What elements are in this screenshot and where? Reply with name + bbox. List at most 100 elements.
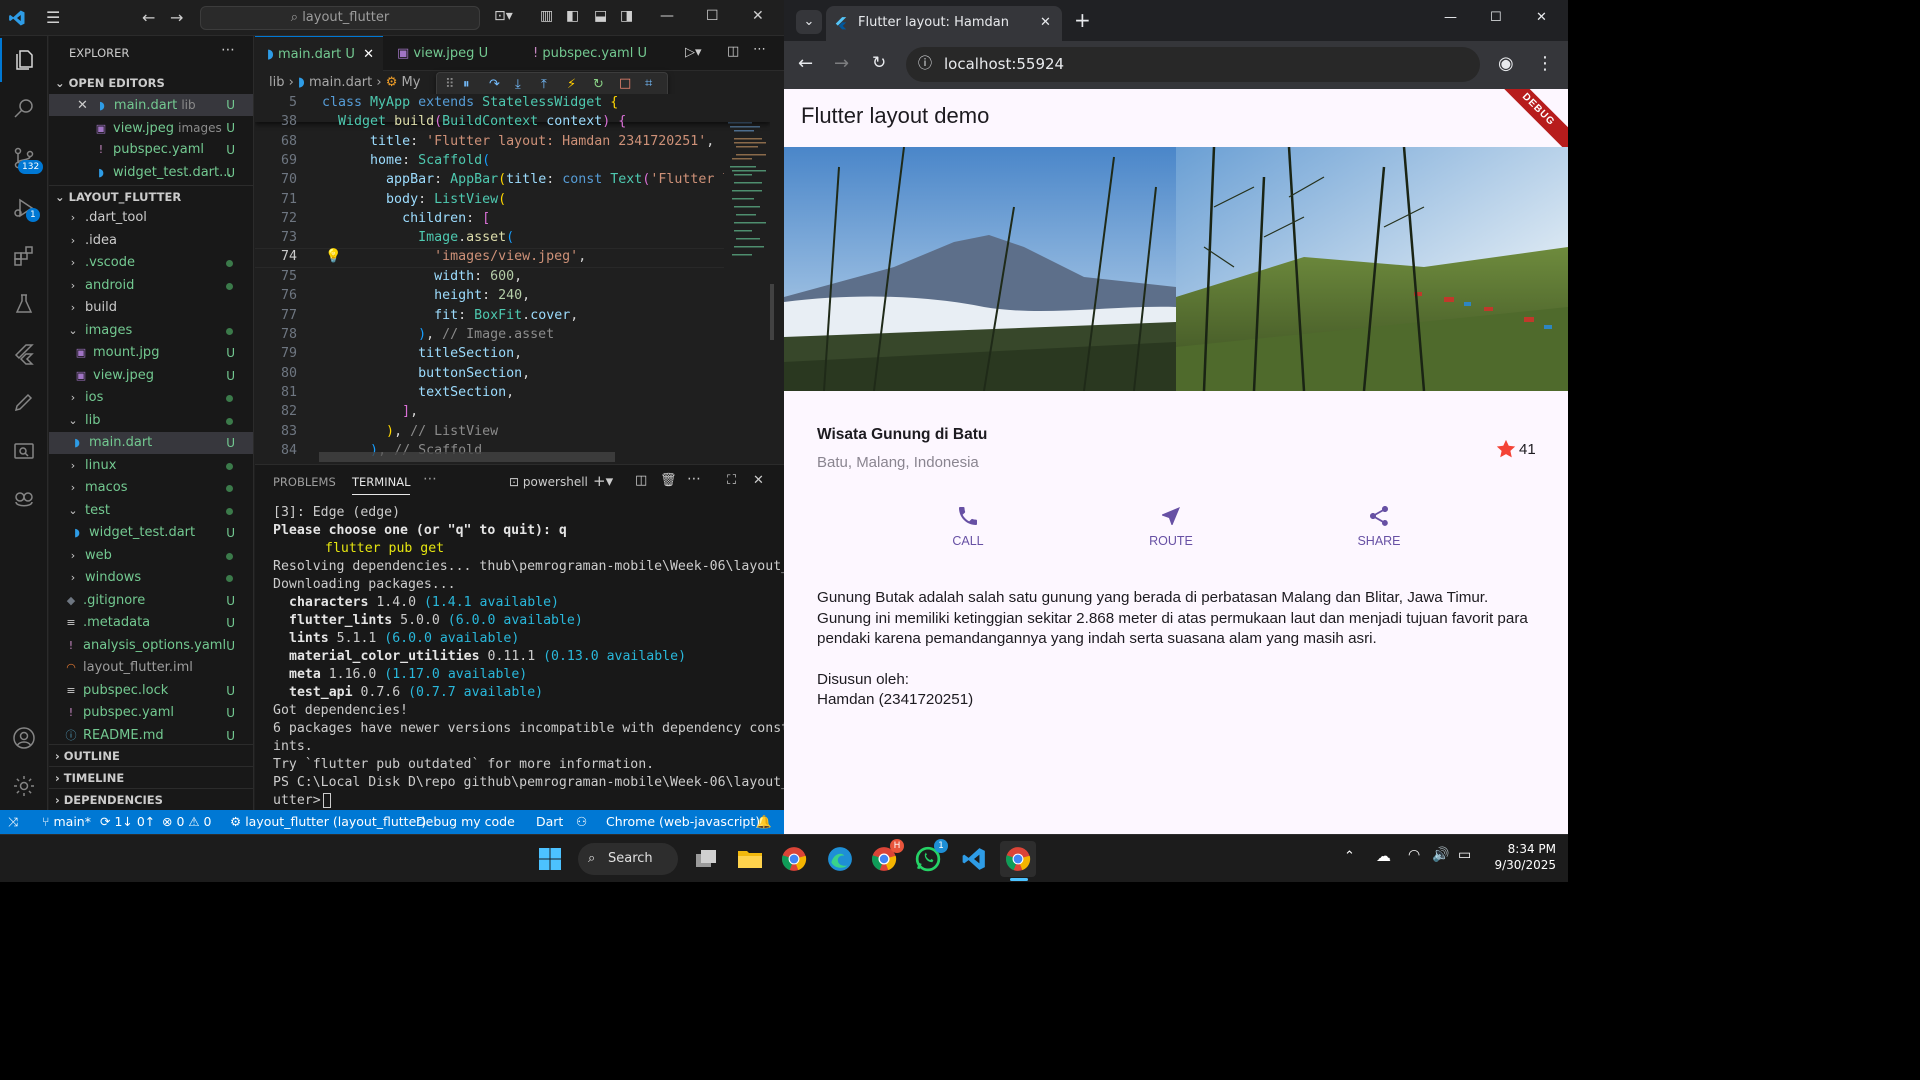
vertical-scrollbar[interactable] (770, 284, 774, 340)
tree-folder[interactable]: ⌄ test (49, 500, 253, 522)
code-editor[interactable]: 5 class MyApp extends StatelessWidget { … (255, 94, 770, 463)
open-editor-item[interactable]: ✕ ◗ main.dart lib U (49, 94, 253, 116)
outline-header[interactable]: › OUTLINE (49, 744, 253, 766)
open-editor-item[interactable]: ◗ widget_test.dart... U (49, 162, 253, 184)
tree-folder[interactable]: › .idea (49, 230, 253, 252)
drag-handle-icon[interactable]: ⠿ (445, 77, 455, 92)
tree-file[interactable]: ◆ .gitignore U (49, 590, 253, 612)
open-editor-item[interactable]: ▣ view.jpeg images U (49, 117, 253, 139)
tab-terminal[interactable]: TERMINAL (352, 475, 411, 495)
tree-file[interactable]: ▣ mount.jpg U (49, 342, 253, 364)
close-tab-icon[interactable]: ✕ (363, 47, 374, 62)
split-editor-icon[interactable]: ◫ (727, 44, 739, 59)
tree-folder[interactable]: › build (49, 297, 253, 319)
whatsapp-icon[interactable]: 1 (910, 839, 948, 877)
split-terminal-icon[interactable]: ◫ (635, 473, 647, 488)
tree-folder[interactable]: › linux (49, 455, 253, 477)
battery-icon[interactable]: ▭ (1458, 847, 1471, 863)
clock[interactable]: 8:34 PM 9/30/2025 (1486, 841, 1556, 873)
tree-file[interactable]: ◗ widget_test.dart U (49, 522, 253, 544)
address-bar[interactable]: ⓘ localhost:55924 (906, 47, 1480, 82)
remote-explorer-icon[interactable] (0, 430, 48, 474)
step-over-icon[interactable]: ↷ (489, 77, 500, 92)
vscode-taskbar-icon[interactable] (956, 841, 992, 877)
back-arrow-icon[interactable]: ← (142, 8, 155, 27)
tree-folder[interactable]: › web (49, 545, 253, 567)
command-center-search[interactable]: ⌕ layout_flutter (200, 6, 480, 30)
close-window-icon[interactable]: ✕ (752, 8, 764, 24)
tree-file[interactable]: ◠ layout_flutter.iml (49, 657, 253, 679)
minimap[interactable] (724, 94, 774, 463)
layout-customize-icon[interactable]: ▥ (540, 8, 553, 24)
close-panel-icon[interactable]: ✕ (753, 473, 764, 488)
accounts-icon[interactable] (0, 716, 48, 760)
call-button[interactable]: CALL (908, 504, 1028, 548)
trash-icon[interactable]: 🗑 (660, 473, 677, 488)
new-terminal-icon[interactable]: +▾ (593, 472, 613, 490)
browser-tab-active[interactable]: Flutter layout: Hamdan 234172 ✕ (826, 6, 1062, 63)
edit-pen-icon[interactable] (0, 380, 48, 424)
copilot-status-icon[interactable]: ⚇ (576, 810, 587, 834)
copilot-chat-icon[interactable] (0, 478, 48, 522)
chrome-profile-icon[interactable]: H (866, 839, 904, 877)
start-button[interactable] (532, 841, 568, 877)
tree-folder[interactable]: › ios (49, 387, 253, 409)
dependencies-header[interactable]: › DEPENDENCIES (49, 788, 253, 810)
open-editor-item[interactable]: ! pubspec.yaml U (49, 139, 253, 161)
search-view-icon[interactable] (0, 86, 48, 130)
profile-icon[interactable]: ◉ (1498, 53, 1514, 74)
tab-search-icon[interactable]: ⌄ (796, 10, 822, 34)
toggle-secondary-sidebar-icon[interactable]: ◨ (620, 8, 633, 24)
step-into-icon[interactable]: ⤓ (515, 77, 521, 92)
run-icon[interactable]: ▷▾ (685, 45, 702, 60)
share-button[interactable]: SHARE (1319, 504, 1439, 548)
problems-status[interactable]: ⊗ 0 ⚠ 0 (162, 810, 212, 834)
restart-icon[interactable]: ↻ (593, 77, 604, 92)
explorer-icon[interactable] (0, 38, 48, 82)
tree-folder[interactable]: › windows (49, 567, 253, 589)
close-tab-icon[interactable]: ✕ (1040, 6, 1051, 39)
toggle-sidebar-icon[interactable]: ◧ (566, 8, 579, 24)
tree-folder[interactable]: › .dart_tool (49, 207, 253, 229)
branch-status[interactable]: ⑂ main* (42, 810, 91, 834)
run-debug-icon[interactable] (0, 186, 48, 230)
back-arrow-icon[interactable]: ← (798, 53, 813, 74)
maximize-panel-icon[interactable]: ⛶ (727, 473, 736, 488)
project-header[interactable]: ⌄ LAYOUT_FLUTTER (49, 185, 253, 207)
minimize-icon[interactable]: — (660, 8, 674, 24)
new-tab-icon[interactable]: + (1074, 8, 1091, 32)
settings-gear-icon[interactable] (0, 764, 48, 808)
widget-inspector-icon[interactable]: ⌗ (645, 76, 652, 91)
copilot-icon[interactable]: ⊡▾ (494, 8, 513, 24)
tree-file[interactable]: ≡ .metadata U (49, 612, 253, 634)
terminal-output[interactable]: [3]: Edge (edge) Please choose one (or "q… (273, 504, 805, 810)
tab-main-dart[interactable]: ◗ main.dart U ✕ (255, 36, 383, 71)
maximize-icon[interactable]: ☐ (1490, 10, 1502, 25)
sync-status[interactable]: ⟳ 1↓ 0↑ (100, 810, 155, 834)
chrome-icon[interactable] (776, 841, 812, 877)
hot-reload-icon[interactable]: ⚡ (567, 77, 576, 92)
tab-problems[interactable]: PROBLEMS (273, 475, 336, 489)
tree-file[interactable]: ! pubspec.yaml U (49, 702, 253, 724)
tree-file[interactable]: ! analysis_options.yaml U (49, 635, 253, 657)
chrome-menu-icon[interactable]: ⋮ (1536, 53, 1554, 74)
testing-icon[interactable] (0, 282, 48, 326)
device-status[interactable]: Chrome (web-javascript) (606, 810, 760, 834)
step-out-icon[interactable]: ⤒ (541, 77, 547, 92)
tree-file[interactable]: ▣ view.jpeg U (49, 365, 253, 387)
menu-icon[interactable]: ☰ (46, 8, 60, 27)
site-info-icon[interactable]: ⓘ (918, 47, 932, 82)
wifi-icon[interactable]: ◠ (1408, 847, 1420, 863)
tree-folder[interactable]: › macos (49, 477, 253, 499)
chevron-up-icon[interactable]: ⌃ (1344, 849, 1355, 864)
flutter-icon[interactable] (0, 332, 48, 376)
forward-arrow-icon[interactable]: → (170, 8, 183, 27)
explorer-more-icon[interactable]: ⋯ (221, 42, 235, 58)
tree-folder[interactable]: ⌄ lib (49, 410, 253, 432)
taskbar-search[interactable]: ⌕ Search (578, 843, 678, 875)
reload-icon[interactable]: ↻ (872, 53, 886, 73)
open-editors-header[interactable]: ⌄ OPEN EDITORS (49, 72, 253, 94)
tab-view-jpeg[interactable]: ▣ view.jpeg U (385, 36, 510, 71)
tree-folder[interactable]: › .vscode (49, 252, 253, 274)
timeline-header[interactable]: › TIMELINE (49, 766, 253, 788)
